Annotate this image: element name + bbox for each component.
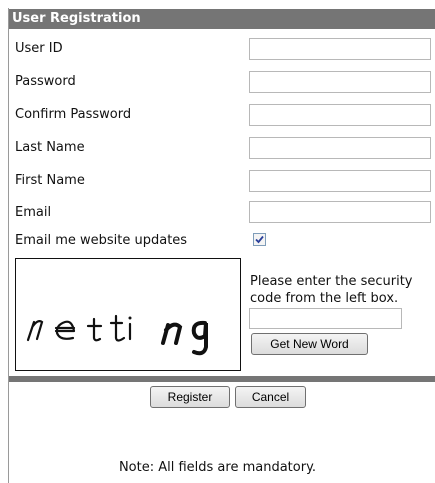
user-id-label: User ID [15, 41, 63, 56]
get-new-word-button[interactable]: Get New Word [251, 333, 368, 355]
last-name-label: Last Name [15, 140, 85, 155]
captcha-instructions: Please enter the security code from the … [250, 274, 413, 306]
captcha-image [15, 258, 241, 371]
password-label: Password [15, 74, 76, 89]
captcha-word-graphic [26, 314, 208, 356]
confirm-password-label: Confirm Password [15, 107, 132, 122]
password-field[interactable] [249, 71, 431, 93]
confirm-password-field[interactable] [249, 104, 431, 126]
security-code-input[interactable] [249, 308, 402, 329]
email-label: Email [15, 205, 52, 220]
mandatory-note: Note: All fields are mandatory. [118, 460, 317, 475]
checkmark-icon [255, 235, 264, 244]
user-id-field[interactable] [249, 38, 431, 60]
section-divider [9, 376, 435, 382]
first-name-label: First Name [15, 173, 85, 188]
cancel-button[interactable]: Cancel [235, 386, 306, 408]
last-name-field[interactable] [249, 137, 431, 159]
first-name-field[interactable] [249, 170, 431, 192]
email-field[interactable] [249, 201, 431, 223]
form-title: User Registration [9, 9, 435, 29]
register-button[interactable]: Register [150, 386, 230, 408]
email-updates-label: Email me website updates [15, 233, 188, 248]
email-updates-checkbox[interactable] [253, 233, 266, 246]
